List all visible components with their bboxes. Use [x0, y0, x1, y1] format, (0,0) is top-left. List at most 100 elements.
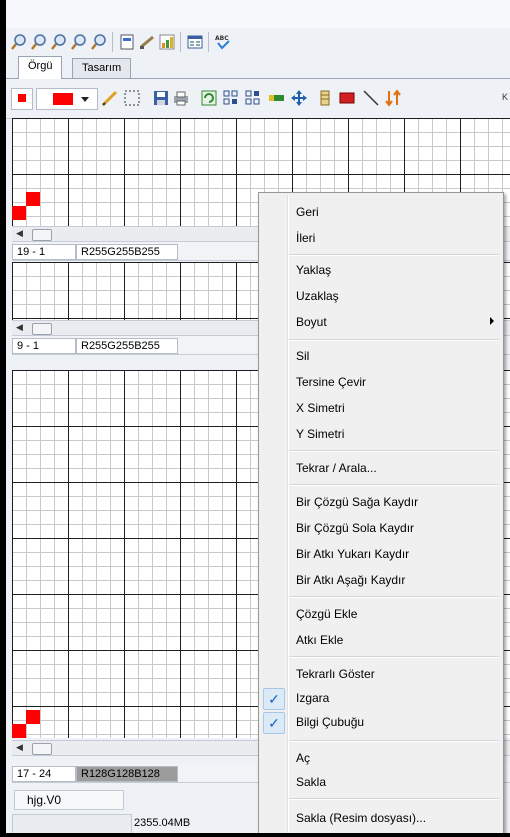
menu-item-boyut[interactable]: Boyut: [259, 311, 503, 333]
tab-orgu[interactable]: Örgü: [18, 56, 63, 79]
menu-item-label: Çözgü Ekle: [296, 607, 358, 621]
pencil-icon[interactable]: [101, 89, 119, 107]
menu-item-label: Sakla: [296, 775, 327, 789]
scroll-left-icon[interactable]: ◀: [16, 228, 23, 239]
move-icon[interactable]: [290, 89, 308, 107]
cell-position: 17 - 24: [12, 766, 76, 782]
zoom-out-icon[interactable]: [30, 33, 48, 51]
menu-separator: [289, 596, 499, 598]
menu-item-x-simetri[interactable]: X Simetri: [259, 397, 503, 419]
menu-item-yaklas[interactable]: Yaklaş: [259, 259, 503, 281]
document-icon[interactable]: [118, 33, 136, 51]
scroll-thumb[interactable]: [32, 743, 52, 755]
filename-label: hjg.V0: [27, 793, 62, 807]
layout-a-icon[interactable]: [222, 89, 240, 107]
toolbar-separator: [208, 32, 209, 52]
menu-item-atki-yukari[interactable]: Bir Atkı Yukarı Kaydır: [259, 543, 503, 565]
cell-color-value: R128G128B128: [76, 766, 178, 782]
menu-item-label: Y Simetri: [296, 427, 345, 441]
menu-item-label: Sakla (Resim dosyası)...: [296, 811, 427, 825]
scroll-left-icon[interactable]: ◀: [16, 322, 23, 333]
line-tool-icon[interactable]: [362, 89, 380, 107]
pencil-tool-icon[interactable]: [138, 33, 156, 51]
title-strip: [6, 0, 510, 29]
menu-item-label: Bir Çözgü Sola Kaydır: [296, 521, 415, 535]
battery-icon[interactable]: [268, 89, 286, 107]
menu-separator: [289, 339, 499, 341]
menu-item-label: Geri: [296, 205, 319, 219]
menu-item-bilgi-cubugu[interactable]: ✓ Bilgi Çubuğu: [259, 711, 503, 734]
cell-position: 19 - 1: [12, 244, 76, 260]
layout-b-icon[interactable]: [244, 89, 262, 107]
zoom-width-icon[interactable]: [70, 33, 88, 51]
menu-item-tersine-cevir[interactable]: Tersine Çevir: [259, 371, 503, 393]
menu-item-cozgu-saga[interactable]: Bir Çözgü Sağa Kaydır: [259, 491, 503, 513]
menu-item-geri[interactable]: Geri: [259, 201, 503, 223]
file-panel: hjg.V0: [14, 790, 124, 810]
zoom-in-icon[interactable]: [10, 33, 28, 51]
menu-separator: [289, 798, 499, 800]
menu-item-sakla-resim[interactable]: Sakla (Resim dosyası)...: [259, 807, 503, 829]
menu-item-izgara[interactable]: ✓ Izgara: [259, 687, 503, 710]
swap-arrows-icon[interactable]: [384, 89, 402, 107]
submenu-arrow-icon: [490, 317, 494, 325]
check-icon: ✓: [263, 712, 285, 734]
menu-item-label: Bir Çözgü Sağa Kaydır: [296, 495, 419, 509]
refresh-icon[interactable]: [200, 89, 218, 107]
toolbar-main: ABC: [6, 28, 510, 56]
toolbar-overflow-label: K: [502, 92, 509, 102]
check-icon: ✓: [263, 688, 285, 710]
save-icon[interactable]: [152, 89, 170, 107]
svg-text:ABC: ABC: [215, 35, 229, 42]
menu-item-cozgu-sola[interactable]: Bir Çözgü Sola Kaydır: [259, 517, 503, 539]
menu-item-atki-asagi[interactable]: Bir Atkı Aşağı Kaydır: [259, 569, 503, 591]
column-icon[interactable]: [316, 89, 334, 107]
menu-item-label: Tersine Çevir: [296, 375, 367, 389]
selection-icon[interactable]: [123, 89, 141, 107]
menu-item-sil[interactable]: Sil: [259, 345, 503, 367]
app-window: ABC Örgü Tasarım K ◀ 19 - 1 R255G255B255…: [6, 0, 510, 833]
toolbar-drawing: K: [6, 80, 510, 119]
menu-item-tekrar-arala[interactable]: Tekrar / Arala...: [259, 457, 503, 479]
color-preview: [53, 93, 73, 105]
spellcheck-icon[interactable]: ABC: [214, 33, 232, 51]
menu-item-label: Bilgi Çubuğu: [296, 715, 365, 729]
menu-item-label: X Simetri: [296, 401, 345, 415]
window-icon[interactable]: [186, 33, 204, 51]
menu-item-y-simetri[interactable]: Y Simetri: [259, 423, 503, 445]
menu-item-cozgu-ekle[interactable]: Çözgü Ekle: [259, 603, 503, 625]
filled-cell: [26, 192, 40, 206]
toolbar-separator: [180, 32, 181, 52]
scroll-thumb[interactable]: [32, 229, 52, 241]
menu-item-label: Sil: [296, 349, 310, 363]
foreground-color-swatch[interactable]: [11, 88, 33, 110]
memory-label: 2355.04MB: [134, 817, 191, 829]
scroll-left-icon[interactable]: ◀: [16, 742, 23, 753]
menu-item-sakla[interactable]: Sakla: [259, 771, 503, 793]
menu-item-label: Bir Atkı Aşağı Kaydır: [296, 573, 406, 587]
print-icon[interactable]: [172, 89, 190, 107]
menu-item-tekrarli-goster[interactable]: Tekrarlı Göster: [259, 663, 503, 685]
color-dropdown[interactable]: [36, 88, 98, 110]
menu-separator: [289, 656, 499, 658]
menu-separator: [289, 484, 499, 486]
zoom-fit-icon[interactable]: [50, 33, 68, 51]
menu-item-atki-ekle[interactable]: Atkı Ekle: [259, 629, 503, 651]
menu-item-ac[interactable]: Aç: [259, 747, 503, 769]
tab-tasarim[interactable]: Tasarım: [72, 58, 132, 78]
bar-chart-icon[interactable]: [158, 33, 176, 51]
context-menu: Geri İleri Yaklaş Uzaklaş Boyut Sil Ters…: [258, 192, 504, 833]
menu-separator: [289, 254, 499, 256]
scroll-thumb[interactable]: [32, 323, 52, 335]
menu-item-label: Atkı Ekle: [296, 633, 344, 647]
menu-item-label: Uzaklaş: [296, 289, 339, 303]
chevron-down-icon: [81, 97, 89, 102]
cell-color-value: R255G255B255: [76, 244, 178, 260]
menu-item-label: Boyut: [296, 315, 327, 329]
cell-color-value: R255G255B255: [76, 338, 178, 354]
menu-item-uzaklas[interactable]: Uzaklaş: [259, 285, 503, 307]
fill-icon[interactable]: [338, 89, 356, 107]
zoom-actual-icon[interactable]: [90, 33, 108, 51]
menu-item-ileri[interactable]: İleri: [259, 227, 503, 249]
filled-cell: [26, 710, 40, 724]
